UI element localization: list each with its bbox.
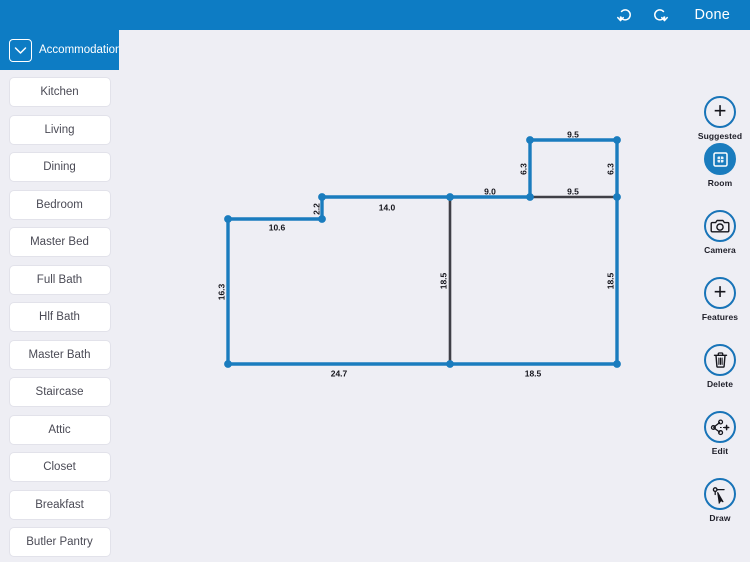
sidebar-item-label: Master Bed: [30, 236, 89, 248]
tool-label: Draw: [709, 513, 731, 523]
dim-right: 18.5: [605, 272, 615, 289]
sidebar-item-label: Kitchen: [40, 86, 79, 98]
dim-wing-bottom: 9.5: [567, 186, 579, 196]
sidebar-item-master-bath[interactable]: Master Bath: [8, 339, 111, 370]
dim-wing-left: 6.3: [518, 163, 528, 175]
floorplan-editor-app: Done Accommodation Kitchen Living Dining Be…: [0, 0, 750, 562]
sidebar-header-accommodation[interactable]: Accommodation: [0, 30, 119, 70]
tool-label: Features: [701, 312, 739, 322]
wall-vertex: [318, 215, 326, 223]
sidebar-item-label: Staircase: [35, 386, 84, 398]
wall-vertex: [224, 360, 232, 368]
dim-bottom-left: 24.7: [331, 368, 348, 378]
wall-vertex: [224, 215, 232, 223]
camera-icon: [710, 219, 730, 233]
tool-suggested[interactable]: + Suggested: [690, 96, 750, 141]
wall-vertex: [446, 360, 454, 368]
sidebar-header-label: Accommodation: [39, 44, 119, 56]
tool-label: Suggested: [697, 131, 743, 141]
sidebar-item-master-bed[interactable]: Master Bed: [8, 227, 111, 257]
top-bar: Done: [0, 0, 750, 30]
sidebar-room-list: Kitchen Living Dining Bedroom Master Bed Full…: [0, 70, 119, 557]
tool-room-icon-circle: [704, 143, 736, 175]
wall-vertices: [224, 136, 621, 368]
tool-draw-icon-circle: [704, 478, 736, 510]
tool-suggested-icon-circle: +: [704, 96, 736, 128]
tool-edit-icon-circle: [704, 411, 736, 443]
plus-icon: +: [713, 279, 727, 304]
wall-vertex: [446, 193, 454, 201]
wall-vertex: [318, 193, 326, 201]
tool-edit[interactable]: Edit: [690, 411, 750, 456]
sidebar-item-label: Hlf Bath: [39, 311, 80, 323]
tool-room[interactable]: Room: [690, 143, 750, 188]
sidebar-item-full-bath[interactable]: Full Bath: [8, 264, 111, 295]
tool-delete-icon-circle: [704, 344, 736, 376]
sidebar-item-label: Master Bath: [28, 348, 91, 361]
sidebar-item-staircase[interactable]: Staircase: [8, 377, 111, 407]
dim-interior: 18.5: [438, 272, 448, 289]
sidebar-item-label: Bedroom: [36, 198, 83, 211]
floorplan-canvas[interactable]: 9.5 6.3 6.3 9.5 9.0 14.0 2.2 10.6 16.3 18.5 18.5 24…: [119, 30, 750, 562]
sidebar-item-hlf-bath[interactable]: Hlf Bath: [8, 302, 111, 332]
tool-label: Camera: [704, 245, 736, 255]
tool-label: Room: [707, 178, 733, 188]
tool-label: Edit: [711, 446, 729, 456]
dim-top-left: 10.6: [269, 222, 286, 232]
chevron-down-icon: [9, 38, 32, 62]
right-toolbar: + Suggested Room Camera + Features Delete Edit D…: [690, 30, 750, 562]
wall-vertex: [526, 136, 534, 144]
redo-arrow-icon: [654, 8, 668, 21]
tool-features-icon-circle: +: [704, 277, 736, 309]
wall-segments: [226, 138, 619, 366]
tool-features[interactable]: + Features: [690, 277, 750, 322]
grid-lines: [119, 30, 750, 562]
wall-vertex: [526, 193, 534, 201]
undo-button[interactable]: [609, 0, 643, 30]
wall-vertex: [613, 136, 621, 144]
sidebar-item-attic[interactable]: Attic: [8, 414, 111, 445]
sidebar-item-label: Attic: [48, 423, 71, 436]
sidebar-item-bedroom[interactable]: Bedroom: [8, 189, 111, 220]
undo-arrow-icon: [617, 8, 631, 21]
sidebar-item-breakfast[interactable]: Breakfast: [8, 489, 111, 520]
sidebar-item-closet[interactable]: Closet: [8, 452, 111, 482]
tool-draw[interactable]: Draw: [690, 478, 750, 523]
dim-wing-top: 9.5: [567, 129, 579, 139]
sidebar: Accommodation Kitchen Living Dining Bedroom…: [0, 30, 119, 562]
sidebar-item-living[interactable]: Living: [8, 114, 111, 145]
tool-camera[interactable]: Camera: [690, 210, 750, 255]
sidebar-item-label: Living: [44, 123, 75, 136]
sidebar-item-label: Dining: [43, 161, 76, 173]
tool-label: Delete: [706, 379, 734, 389]
done-button[interactable]: Done: [677, 0, 750, 30]
room-square-icon: [712, 151, 728, 167]
sidebar-item-dining[interactable]: Dining: [8, 152, 111, 182]
chevron-down-glyph: [14, 46, 27, 54]
dim-top-right: 9.0: [484, 186, 496, 196]
sidebar-item-label: Closet: [43, 461, 76, 473]
sidebar-item-label: Breakfast: [35, 498, 84, 511]
redo-button[interactable]: [643, 0, 677, 30]
sidebar-item-kitchen[interactable]: Kitchen: [8, 77, 111, 107]
dim-wing-right: 6.3: [605, 163, 615, 175]
dimension-labels: 9.5 6.3 6.3 9.5 9.0 14.0 2.2 10.6 16.3 18.5 18.5 24…: [216, 129, 615, 378]
dim-left: 16.3: [216, 283, 226, 300]
dim-bottom-right: 18.5: [525, 368, 542, 378]
wall-vertex: [613, 360, 621, 368]
edit-nodes-icon: [710, 418, 730, 435]
sidebar-item-butler-pantry[interactable]: Butler Pantry: [8, 527, 111, 557]
sidebar-item-label: Full Bath: [36, 273, 83, 286]
wall-vertex: [613, 193, 621, 201]
tool-delete[interactable]: Delete: [690, 344, 750, 389]
tool-camera-icon-circle: [704, 210, 736, 242]
floorplan-svg: 9.5 6.3 6.3 9.5 9.0 14.0 2.2 10.6 16.3 18.5 18.5 24…: [119, 30, 750, 562]
dim-top-mid: 14.0: [379, 202, 396, 212]
trash-icon: [713, 352, 727, 368]
draw-cursor-icon: [712, 486, 725, 504]
dim-step: 2.2: [311, 203, 321, 215]
sidebar-item-label: Butler Pantry: [26, 536, 93, 548]
plus-icon: +: [713, 98, 727, 123]
top-bar-actions: Done: [609, 0, 750, 30]
